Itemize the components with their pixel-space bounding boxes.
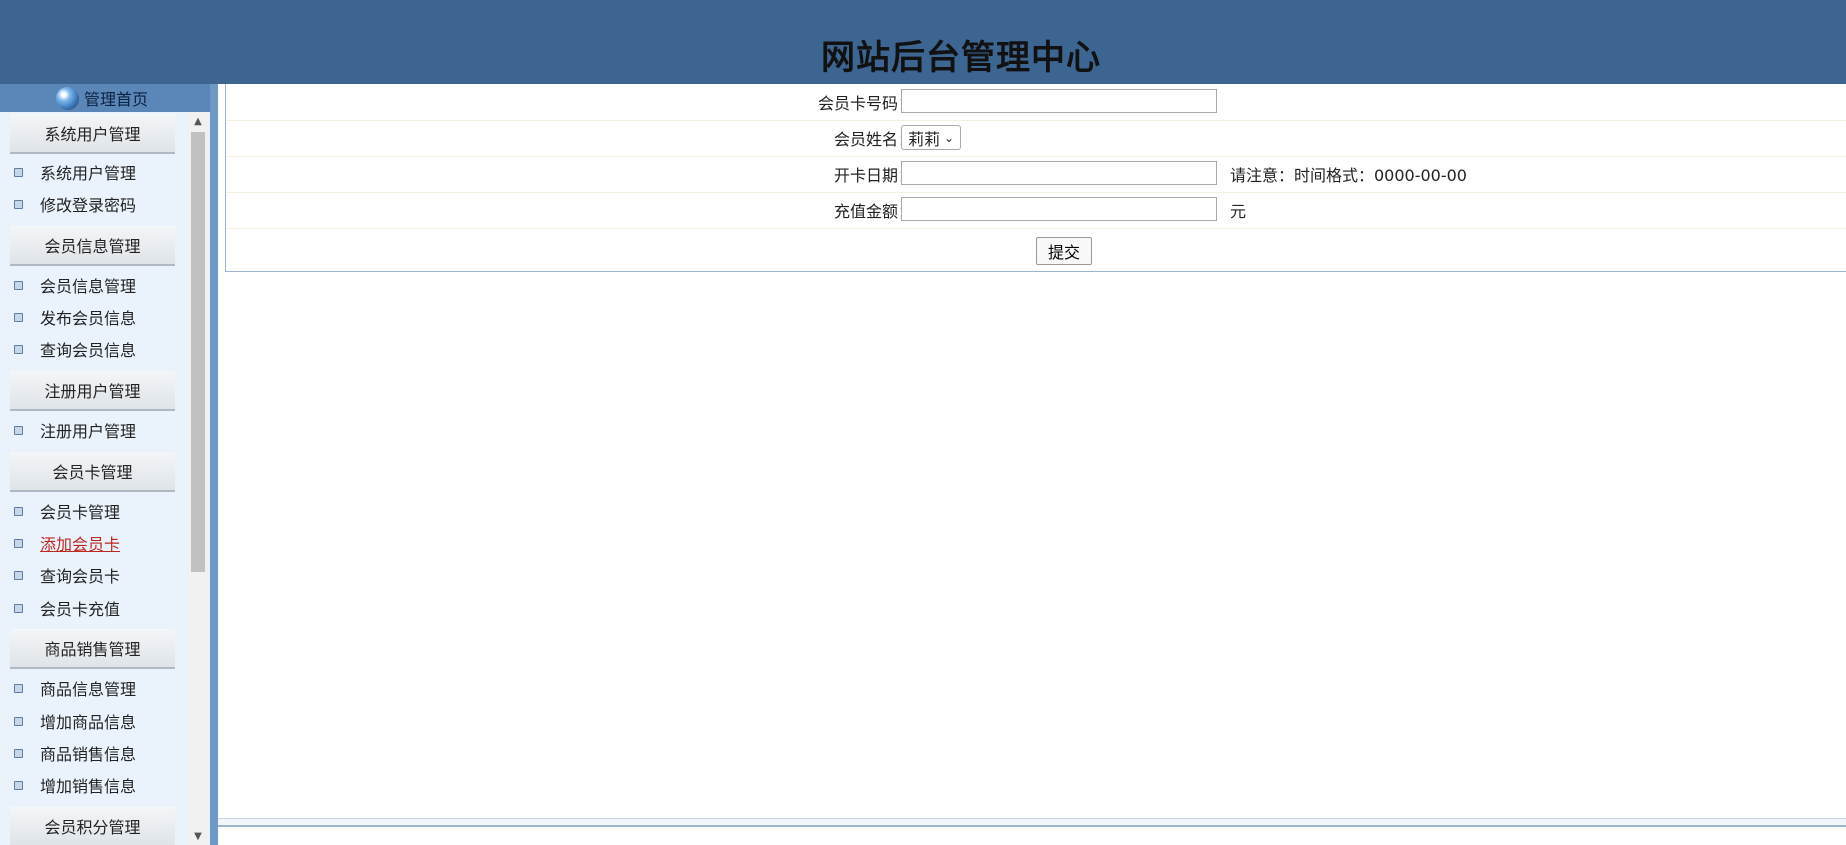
bullet-icon [14, 344, 23, 354]
bullet-icon [14, 199, 23, 209]
sidebar-item-sales-info[interactable]: 商品销售信息 [14, 741, 136, 765]
card-number-label: 会员卡号码： [817, 94, 914, 113]
scroll-thumb[interactable] [191, 132, 205, 572]
group-registered-users[interactable]: 注册用户管理 [10, 371, 175, 411]
sidebar-item-query-member[interactable]: 查询会员信息 [14, 337, 136, 361]
sidebar-item-member-card[interactable]: 会员卡管理 [14, 499, 120, 523]
group-member-info[interactable]: 会员信息管理 [10, 226, 175, 266]
bullet-icon [14, 506, 23, 516]
group-member-points[interactable]: 会员积分管理 [10, 807, 175, 845]
member-name-selected: 莉莉 [908, 129, 941, 149]
sidebar-item-label: 会员卡充值 [40, 600, 121, 619]
sidebar-nav: 系统用户管理 系统用户管理 修改登录密码 会员信息管理 会员信息管理 发布会员信… [0, 112, 188, 845]
sidebar-divider [210, 84, 218, 845]
bullet-icon [14, 425, 23, 435]
sidebar-scrollbar[interactable]: ▲ ▼ [188, 112, 208, 845]
sidebar-item-system-users[interactable]: 系统用户管理 [14, 160, 136, 184]
sidebar: 管理首页 系统用户管理 系统用户管理 修改登录密码 会员信息管理 会员信息管理 … [0, 84, 218, 845]
sidebar-item-label: 发布会员信息 [40, 309, 137, 328]
sidebar-item-label: 商品信息管理 [40, 680, 137, 699]
group-product-sales[interactable]: 商品销售管理 [10, 629, 175, 669]
sidebar-item-add-card[interactable]: 添加会员卡 [14, 531, 120, 555]
group-title: 会员积分管理 [44, 818, 141, 837]
date-format-hint: 请注意：时间格式：0000-00-00 [1230, 166, 1467, 185]
sidebar-item-publish-member[interactable]: 发布会员信息 [14, 305, 136, 329]
bullet-icon [14, 280, 23, 290]
home-link[interactable]: 管理首页 [56, 86, 148, 110]
row-open-date: 开卡日期： 请注意：时间格式：0000-00-00 [226, 156, 1846, 193]
row-member-name: 会员姓名： 莉莉 ⌄ [226, 120, 1846, 157]
add-card-form: 会员卡号码： 会员姓名： 莉莉 ⌄ 开卡日期： 请注意：时间格式：0000-00… [225, 84, 1846, 272]
open-date-input[interactable] [901, 161, 1217, 185]
sidebar-item-add-product[interactable]: 增加商品信息 [14, 709, 136, 733]
globe-icon [56, 87, 78, 109]
sidebar-item-product-info[interactable]: 商品信息管理 [14, 676, 136, 700]
bullet-icon [14, 167, 23, 177]
submit-button[interactable]: 提交 [1036, 237, 1092, 265]
sidebar-item-label: 系统用户管理 [40, 164, 137, 183]
sidebar-item-label: 修改登录密码 [40, 196, 137, 215]
bullet-icon [14, 716, 23, 726]
main-content: 会员卡号码： 会员姓名： 莉莉 ⌄ 开卡日期： 请注意：时间格式：0000-00… [218, 84, 1846, 845]
sidebar-item-recharge-card[interactable]: 会员卡充值 [14, 596, 120, 620]
bullet-icon [14, 538, 23, 548]
sidebar-item-member-info[interactable]: 会员信息管理 [14, 273, 136, 297]
sidebar-item-label: 会员信息管理 [40, 277, 137, 296]
sidebar-item-label: 会员卡管理 [40, 503, 121, 522]
amount-input[interactable] [901, 197, 1217, 221]
bullet-icon [14, 312, 23, 322]
sidebar-item-label: 注册用户管理 [40, 422, 137, 441]
chevron-down-icon: ⌄ [944, 130, 955, 145]
group-title: 商品销售管理 [44, 640, 141, 659]
group-title: 注册用户管理 [44, 382, 141, 401]
group-title: 会员信息管理 [44, 237, 141, 256]
sidebar-item-label: 商品销售信息 [40, 745, 137, 764]
bullet-icon [14, 748, 23, 758]
bullet-icon [14, 570, 23, 580]
scroll-down-arrow-icon[interactable]: ▼ [188, 827, 208, 845]
card-number-input[interactable] [901, 89, 1217, 113]
sidebar-item-change-password[interactable]: 修改登录密码 [14, 192, 136, 216]
sidebar-item-label: 查询会员卡 [40, 567, 121, 586]
member-name-select[interactable]: 莉莉 ⌄ [901, 125, 962, 150]
sidebar-item-label: 增加销售信息 [40, 777, 137, 796]
bottom-frame-border [218, 818, 1846, 827]
sidebar-item-label: 查询会员信息 [40, 341, 137, 360]
sidebar-item-label: 增加商品信息 [40, 713, 137, 732]
bullet-icon [14, 780, 23, 790]
bullet-icon [14, 683, 23, 693]
site-title: 网站后台管理中心 [821, 38, 1101, 78]
group-member-card[interactable]: 会员卡管理 [10, 452, 175, 492]
group-title: 系统用户管理 [44, 125, 141, 144]
row-card-number: 会员卡号码： [226, 84, 1846, 121]
sidebar-item-registered-users[interactable]: 注册用户管理 [14, 418, 136, 442]
sidebar-item-add-sales[interactable]: 增加销售信息 [14, 773, 136, 797]
bullet-icon [14, 603, 23, 613]
amount-unit: 元 [1230, 202, 1247, 221]
group-title: 会员卡管理 [52, 463, 133, 482]
top-header: 网站后台管理中心 [0, 0, 1846, 84]
sidebar-item-query-card[interactable]: 查询会员卡 [14, 563, 120, 587]
row-amount: 充值金额： 元 [226, 192, 1846, 229]
sidebar-item-label: 添加会员卡 [40, 535, 121, 554]
home-label: 管理首页 [84, 90, 149, 109]
sidebar-home-bar: 管理首页 [0, 84, 213, 112]
group-system-users[interactable]: 系统用户管理 [10, 114, 175, 154]
scroll-up-arrow-icon[interactable]: ▲ [188, 112, 208, 130]
